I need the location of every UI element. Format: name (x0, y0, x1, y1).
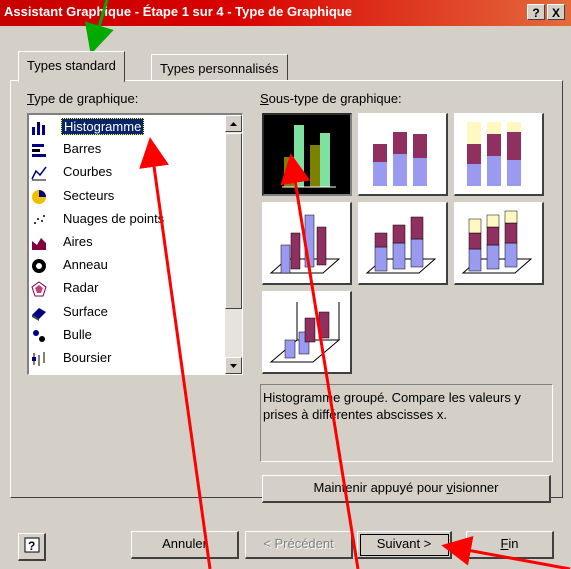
chart-type-list[interactable]: Histogramme Barres Courbes Secteurs Nuages d… (27, 113, 243, 375)
list-scrollbar[interactable] (225, 115, 242, 374)
list-item-courbes[interactable]: Courbes (31, 163, 221, 183)
list-item-label: Courbes (63, 164, 113, 180)
subtype-clustered-column[interactable] (262, 113, 352, 196)
clustered-column-icon (282, 125, 336, 188)
subtype-3d-100-stacked-column[interactable] (454, 202, 544, 285)
doughnut-chart-icon (32, 259, 46, 274)
finish-label-b: in (508, 536, 519, 551)
list-item-nuages-de-points[interactable]: Nuages de points (31, 210, 221, 230)
list-item-surface[interactable]: Surface (31, 303, 221, 323)
finish-button[interactable]: Fin (466, 531, 554, 559)
line-chart-icon (31, 166, 47, 181)
100-stacked-column-icon (467, 122, 521, 186)
subtype-100-stacked-column[interactable] (454, 113, 544, 196)
cancel-button[interactable]: Annuler (131, 531, 239, 559)
list-item-aires[interactable]: Aires (31, 233, 221, 253)
scroll-up-button[interactable] (225, 115, 242, 132)
radar-chart-icon (31, 281, 47, 297)
preview-label-b: nir appuyé pour (352, 480, 447, 495)
list-item-bulle[interactable]: Bulle (31, 326, 221, 346)
list-item-boursier[interactable]: Boursier (31, 349, 221, 369)
scroll-down-button[interactable] (225, 357, 242, 374)
subtype-3d-column[interactable] (262, 291, 352, 374)
previous-button[interactable]: < Précédent (245, 531, 353, 559)
help-button[interactable]: ? (18, 533, 46, 561)
list-item-label: Histogramme (61, 118, 145, 135)
3d-column-icon (269, 302, 341, 363)
list-item-label: Secteurs (63, 187, 115, 203)
help-icon-glyph: ? (28, 539, 35, 553)
list-item-label: Boursier (63, 350, 112, 365)
bubble-chart-icon (33, 329, 45, 342)
list-item-barres[interactable]: Barres (31, 140, 221, 160)
stacked-column-icon (373, 132, 427, 186)
scroll-thumb[interactable] (225, 133, 242, 309)
help-title-button[interactable]: ? (527, 4, 545, 20)
subtype-stacked-column[interactable] (358, 113, 448, 196)
pie-chart-icon (32, 189, 46, 204)
list-item-anneau[interactable]: Anneau (31, 256, 221, 276)
preview-label-d: isionner (452, 480, 499, 495)
subtype-label: Sous-type de graphique: (260, 91, 402, 106)
list-item-label: Anneau (63, 257, 108, 273)
list-item-label: Nuages de points (63, 210, 165, 226)
preview-label-a: Mainte (313, 480, 353, 495)
title-bar: Assistant Graphique - Étape 1 sur 4 - Ty… (0, 0, 571, 26)
scatter-chart-icon (34, 214, 45, 224)
preview-button[interactable]: Maintenir appuyé pour visionner (262, 475, 551, 503)
list-item-label: Radar (63, 280, 99, 296)
close-button[interactable]: X (547, 4, 565, 20)
list-item-label: Surface (63, 303, 108, 319)
chart-type-label-text: ype de graphique: (34, 91, 139, 106)
3d-clustered-column-icon (269, 214, 341, 274)
stock-chart-icon (32, 352, 45, 366)
area-chart-icon (32, 238, 46, 250)
subtype-description: Histogramme groupé. Compare les valeurs … (260, 384, 553, 462)
list-item-label: Barres (63, 141, 102, 157)
chart-type-label: Type de graphique: (27, 91, 139, 106)
column-chart-icon (32, 122, 45, 135)
surface-chart-icon (32, 307, 46, 321)
list-item-label: Aires (63, 234, 93, 249)
arrow-down-icon (230, 364, 237, 368)
tab-types-personnalises[interactable]: Types personnalisés (151, 54, 288, 80)
chart-wizard-dialog: Assistant Graphique - Étape 1 sur 4 - Ty… (0, 0, 571, 569)
window-title: Assistant Graphique - Étape 1 sur 4 - Ty… (4, 4, 352, 19)
subtype-3d-clustered-column[interactable] (262, 202, 352, 285)
list-item-radar[interactable]: Radar (31, 279, 221, 299)
list-item-histogramme[interactable]: Histogramme (31, 117, 221, 137)
3d-100-stacked-column-icon (461, 210, 533, 274)
bar-chart-icon (32, 144, 46, 158)
next-button[interactable]: Suivant > (357, 531, 452, 559)
tab-types-standard[interactable]: Types standard (18, 51, 125, 82)
3d-stacked-column-icon (365, 216, 437, 274)
list-item-label: Bulle (63, 326, 92, 342)
arrow-up-icon (230, 122, 237, 126)
subtype-3d-stacked-column[interactable] (358, 202, 448, 285)
subtype-label-text: ous-type de graphique: (268, 91, 402, 106)
list-item-secteurs[interactable]: Secteurs (31, 187, 221, 207)
help-icon: ? (24, 537, 39, 553)
